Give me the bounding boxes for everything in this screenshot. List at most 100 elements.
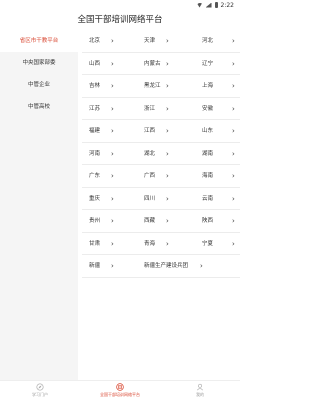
chevron-right-icon: › [166,82,169,90]
sidebar: 省区市干教平台 中央国家部委 中管企业 中管高校 [0,30,78,380]
region-label: 上海 [202,83,214,89]
region-label: 新疆生产建设兵团 [144,263,189,269]
region-item[interactable]: 山东 › [202,120,240,142]
chevron-right-icon: › [200,262,203,270]
chevron-right-icon: › [111,172,114,180]
region-item[interactable]: 甘肃 › [89,233,142,255]
chevron-right-icon: › [111,37,114,45]
compass-icon [36,383,44,391]
region-label: 河北 [202,38,214,44]
region-label: 广东 [89,173,101,179]
sidebar-item-central-enterprises[interactable]: 中管企业 [0,74,78,96]
region-label: 湖南 [202,150,214,157]
region-label: 江西 [144,128,156,134]
region-item[interactable]: 重庆 › [89,188,142,210]
status-bar: 2:22 [0,0,240,10]
region-item[interactable]: 广东 › [89,165,142,187]
chevron-right-icon: › [166,104,169,113]
grid-row: 贵州 › 西藏 › 陕西 › [82,210,240,233]
region-item[interactable]: 浙江 › [144,98,198,120]
grid-row: 吉林 › 黑龙江 › 上海 › [82,75,240,98]
region-item[interactable]: 山西 › [89,53,142,75]
region-grid: 北京 › 天津 › 河北 › 山西 › 内蒙古 › 辽宁 › 吉林 › 黑龙江 › 上海 › 江苏… [82,30,240,278]
chevron-right-icon: › [111,82,114,90]
region-item[interactable]: 云南 › [202,188,240,210]
status-time: 2:22 [220,1,234,9]
region-item[interactable]: 海南 › [202,165,240,187]
region-item[interactable]: 安徽 › [202,98,240,120]
region-label: 甘肃 [89,240,101,247]
user-icon [196,383,204,391]
chevron-right-icon: › [232,82,235,90]
grid-row: 福建 › 江西 › 山东 › [82,120,240,143]
region-item[interactable]: 青海 › [144,233,198,255]
chevron-right-icon: › [232,104,235,113]
region-label: 青海 [144,240,156,247]
region-item[interactable]: 黑龙江 › [144,75,198,97]
region-label: 辽宁 [202,60,214,67]
region-item[interactable]: 内蒙古 › [144,53,198,75]
region-item[interactable]: 湖南 › [202,143,240,165]
region-item[interactable]: 河南 › [89,143,142,165]
region-item[interactable]: 江苏 › [89,98,142,120]
region-item[interactable]: 河北 › [202,30,240,52]
region-item[interactable]: 北京 › [89,30,142,52]
chevron-right-icon: › [166,172,169,180]
region-item[interactable]: 广西 › [144,165,198,187]
region-item[interactable]: 江西 › [144,120,198,142]
nav-platform[interactable]: 全国干部培训网络平台 [80,381,160,400]
region-item[interactable]: 天津 › [144,30,198,52]
region-label: 内蒙古 [144,60,161,67]
region-label: 福建 [89,128,101,134]
region-item[interactable]: 湖北 › [144,143,198,165]
region-item[interactable]: 福建 › [89,120,142,142]
grid-row: 新疆 › 新疆生产建设兵团 › [82,255,240,278]
chevron-right-icon: › [111,239,114,248]
region-item[interactable]: 贵州 › [89,210,142,232]
sidebar-item-central-ministries[interactable]: 中央国家部委 [0,52,78,74]
nav-mine[interactable]: 我的 [160,381,240,400]
region-item[interactable]: 陕西 › [202,210,240,232]
platform-icon [116,383,124,391]
nav-label: 学习门户 [32,392,48,397]
region-label: 云南 [202,195,214,202]
chevron-right-icon: › [166,127,169,135]
chevron-right-icon: › [166,217,169,225]
grid-row: 甘肃 › 青海 › 宁夏 › [82,233,240,255]
region-item[interactable]: 新疆生产建设兵团 › [144,255,224,277]
chevron-right-icon: › [232,194,235,203]
grid-row: 重庆 › 四川 › 云南 › [82,188,240,210]
region-label: 四川 [144,195,156,202]
chevron-right-icon: › [166,149,169,158]
signal-icon [205,2,212,8]
region-item[interactable]: 四川 › [144,188,198,210]
region-label: 贵州 [89,218,101,224]
chevron-right-icon: › [166,239,169,248]
sidebar-item-central-universities[interactable]: 中管高校 [0,96,78,118]
grid-row: 河南 › 湖北 › 湖南 › [82,143,240,165]
region-label: 江苏 [89,105,101,112]
chevron-right-icon: › [232,37,235,45]
region-item[interactable]: 宁夏 › [202,233,240,255]
chevron-right-icon: › [111,217,114,225]
region-item[interactable]: 吉林 › [89,75,142,97]
chevron-right-icon: › [166,194,169,203]
region-item[interactable]: 上海 › [202,75,240,97]
chevron-right-icon: › [111,104,114,113]
chevron-right-icon: › [111,194,114,203]
sidebar-item-provinces[interactable]: 省区市干教平台 [0,30,78,52]
region-label: 广西 [144,173,156,179]
nav-learning-portal[interactable]: 学习门户 [0,381,80,400]
battery-icon [214,2,218,8]
grid-row: 广东 › 广西 › 海南 › [82,165,240,188]
region-item[interactable]: 新疆 › [89,255,142,277]
region-label: 重庆 [89,195,101,202]
region-label: 吉林 [89,83,101,89]
region-item[interactable]: 辽宁 › [202,53,240,75]
bottom-nav: 学习门户 全国干部培训网络平台 我的 [0,380,240,400]
chevron-right-icon: › [232,172,235,180]
region-label: 安徽 [202,105,214,112]
grid-row: 北京 › 天津 › 河北 › [82,30,240,53]
region-item[interactable]: 西藏 › [144,210,198,232]
chevron-right-icon: › [232,149,235,158]
